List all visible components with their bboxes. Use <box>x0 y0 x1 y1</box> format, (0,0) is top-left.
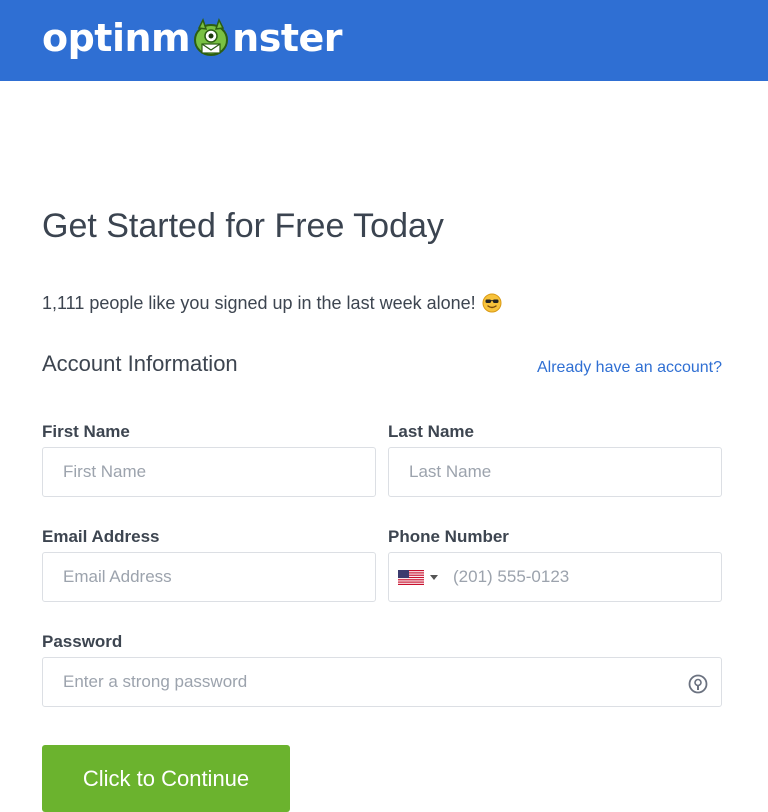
optinmonster-logo[interactable]: optinm nster <box>42 16 343 60</box>
email-input[interactable] <box>42 552 376 602</box>
email-label: Email Address <box>42 527 160 546</box>
already-have-account-link[interactable]: Already have an account? <box>537 357 722 379</box>
social-proof-text: 1,111 people like you signed up in the l… <box>42 293 476 313</box>
logo-text-prefix: optinm <box>42 16 191 60</box>
social-proof: 1,111 people like you signed up in the l… <box>42 290 502 316</box>
phone-field <box>388 552 735 602</box>
last-name-input[interactable] <box>388 447 722 497</box>
chevron-down-icon <box>430 575 438 580</box>
phone-label: Phone Number <box>388 527 509 546</box>
page-title: Get Started for Free Today <box>42 207 444 245</box>
sunglasses-face-emoji-icon <box>482 293 502 313</box>
last-name-label: Last Name <box>388 422 474 441</box>
country-code-dropdown[interactable] <box>398 570 438 585</box>
monster-mascot-icon <box>194 18 229 56</box>
logo-text-suffix: nster <box>232 16 343 60</box>
continue-button[interactable]: Click to Continue <box>42 745 290 812</box>
account-info-heading: Account Information <box>42 351 238 376</box>
us-flag-icon <box>398 570 424 585</box>
first-name-input[interactable] <box>42 447 376 497</box>
top-header: optinm nster <box>0 0 768 81</box>
password-manager-icon[interactable] <box>688 674 708 694</box>
password-label: Password <box>42 632 123 651</box>
password-input[interactable] <box>42 657 722 707</box>
phone-input[interactable] <box>441 553 735 601</box>
first-name-label: First Name <box>42 422 130 441</box>
